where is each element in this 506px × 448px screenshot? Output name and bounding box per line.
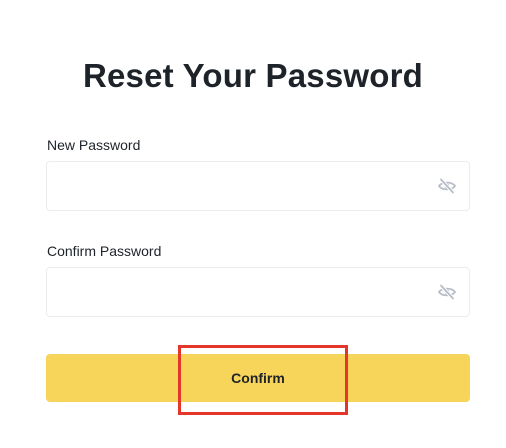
confirm-password-label: Confirm Password	[47, 243, 162, 259]
confirm-password-input[interactable]	[47, 268, 441, 316]
eye-slash-icon[interactable]	[437, 176, 457, 196]
confirm-password-field[interactable]	[46, 267, 470, 317]
page-title: Reset Your Password	[82, 57, 424, 94]
new-password-field[interactable]	[46, 161, 470, 211]
eye-slash-icon[interactable]	[437, 282, 457, 302]
new-password-label: New Password	[47, 137, 141, 153]
confirm-button[interactable]: Confirm	[46, 354, 470, 402]
new-password-input[interactable]	[47, 162, 441, 210]
reset-password-page: Reset Your Password New Password Confirm…	[0, 0, 506, 448]
